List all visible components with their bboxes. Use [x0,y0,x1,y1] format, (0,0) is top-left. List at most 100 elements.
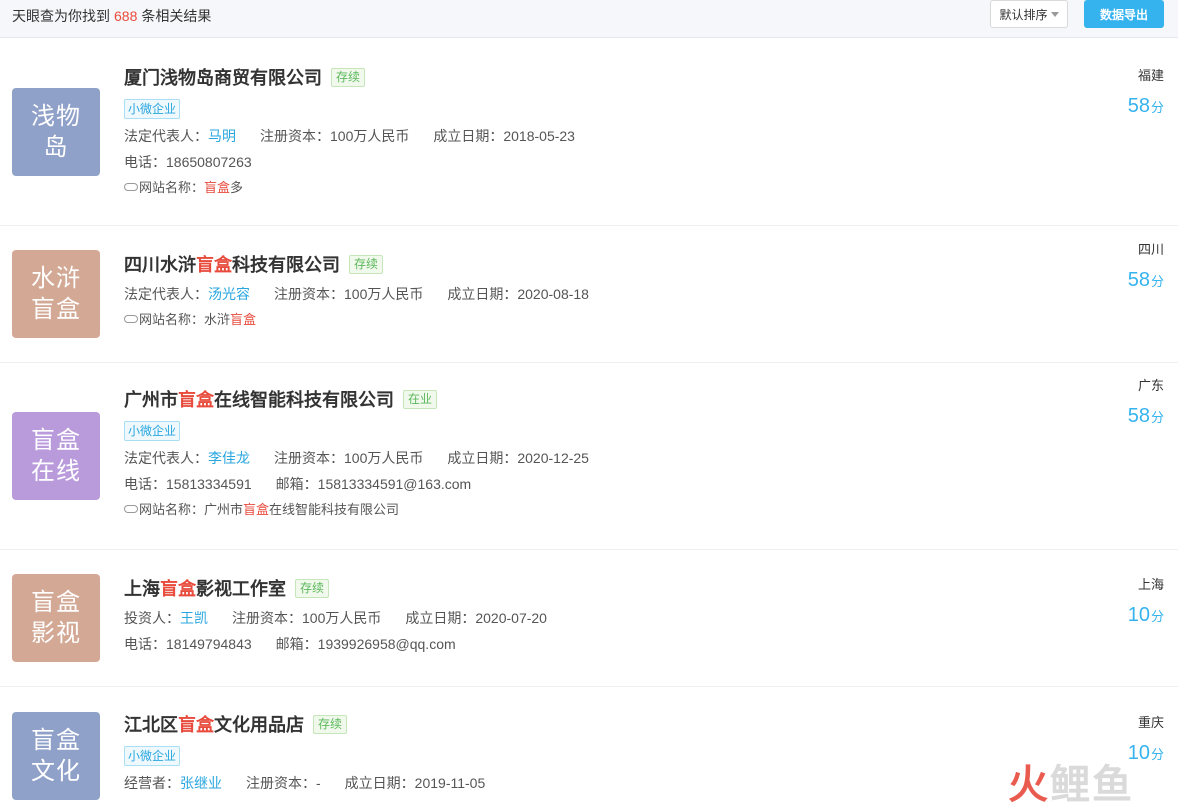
score-number: 58 [1127,405,1150,427]
tag-row: 小微企业 [124,736,509,766]
website-highlight: 盲盒 [230,312,257,327]
company-logo[interactable]: 盲盒 在线 [12,412,100,500]
registered-capital: 注册资本：100万人民币 [232,610,382,626]
company-logo[interactable]: 浅物岛 [12,88,100,176]
name-highlight: 盲盒 [178,390,214,410]
founded-date: 成立日期：2020-08-18 [447,286,589,302]
rep-name-link[interactable]: 张继业 [180,775,222,791]
name-part-after: 在线智能科技有限公司 [214,390,394,410]
website-part-after: 在线智能科技有限公司 [269,502,400,517]
info-line: 投资人：王凯 注册资本：100万人民币 成立日期：2020-07-20 [124,605,571,631]
legal-representative: 投资人：王凯 [124,610,208,626]
enterprise-tag: 小微企业 [124,746,181,766]
enterprise-tag: 小微企业 [124,421,181,441]
status-badge: 在业 [403,389,438,409]
website-highlight: 盲盒 [204,180,231,195]
founded-date: 成立日期：2020-12-25 [447,450,589,466]
company-logo[interactable]: 盲盒 影视 [12,574,100,662]
watermark-logo: 火鲤鱼 [1008,752,1134,805]
province-label: 四川 [1137,242,1164,257]
company-logo[interactable]: 盲盒 文化 [12,712,100,800]
tag-row: 小微企业 [124,89,599,119]
company-name-link[interactable]: 四川水浒盲盒科技有限公司 [124,251,340,277]
rep-label: 法定代表人： [124,128,208,144]
company-details: 厦门浅物岛商贸有限公司 存续 小微企业法定代表人：马明 注册资本：100万人民币 成立日… [124,65,599,201]
result-card[interactable]: 浅物岛 厦门浅物岛商贸有限公司 存续 小微企业法定代表人：马明 注册资本：100万人民币… [0,39,1178,226]
export-data-button[interactable]: 数据导出 [1084,0,1164,28]
rep-label: 法定代表人： [124,286,208,302]
name-part-before: 厦门浅物岛商贸有限公司 [124,68,322,88]
website-line: 网站名称：盲盒多 [124,175,599,201]
company-name-link[interactable]: 广州市盲盒在线智能科技有限公司 [124,386,394,412]
phone-number: 电话：15813334591 [124,476,252,492]
info-line: 经营者：张继业 注册资本：- 成立日期：2019-11-05 [124,770,509,796]
info-line: 法定代表人：李佳龙 注册资本：100万人民币 成立日期：2020-12-25 [124,445,613,471]
score-value: 58分 [1128,405,1164,428]
result-count: 688 [114,8,138,24]
company-logo-text: 盲盒 在线 [31,427,81,485]
name-highlight: 盲盒 [160,579,196,599]
link-icon [124,315,138,324]
name-part-before: 江北区 [124,715,178,735]
summary-suffix: 条相关结果 [141,8,212,24]
legal-representative: 经营者：张继业 [124,775,222,791]
company-details: 上海盲盒影视工作室 存续投资人：王凯 注册资本：100万人民币 成立日期：2020-0… [124,576,571,657]
name-part-after: 科技有限公司 [232,255,340,275]
summary-prefix: 天眼查为你找到 [12,8,110,24]
company-details: 四川水浒盲盒科技有限公司 存续 法定代表人：汤光容 注册资本：100万人民币 成立日期：… [124,252,613,333]
result-card[interactable]: 盲盒 影视 上海盲盒影视工作室 存续投资人：王凯 注册资本：100万人民币 成立日期：2… [0,550,1178,687]
results-list: 浅物岛 厦门浅物岛商贸有限公司 存续 小微企业 法定代表人：马明 注册资本：100万人民币… [0,39,1178,805]
result-summary: 天眼查为你找到 688 条相关结果 [12,6,211,26]
rep-name-link[interactable]: 王凯 [180,610,208,626]
rep-label: 经营者： [124,775,180,791]
company-name-row: 四川水浒盲盒科技有限公司 存续 [124,252,613,276]
rep-label: 投资人： [124,610,180,626]
contact-line: 电话：18149794843 邮箱：1939926958@qq.com [124,631,571,657]
website-part-before: 广州市 [204,502,244,517]
score-unit: 分 [1150,747,1164,762]
info-line: 法定代表人：汤光容 注册资本：100万人民币 成立日期：2020-08-18 [124,281,613,307]
result-card[interactable]: 盲盒 文化 江北区盲盒文化用品店 存续 小微企业 经营者：张继业 注册资本：- 成立日期：2… [0,687,1178,805]
result-card[interactable]: 盲盒 在线 广州市盲盒在线智能科技有限公司 在业 小微企业 法定代表人：李佳龙 注册资本：… [0,363,1178,550]
founded-date: 成立日期：2018-05-23 [433,128,575,144]
company-name-row: 上海盲盒影视工作室 存续 [124,576,571,600]
founded-date: 成立日期：2019-11-05 [344,775,486,791]
rep-name-link[interactable]: 汤光容 [208,286,250,302]
result-card[interactable]: 水浒 盲盒 四川水浒盲盒科技有限公司 存续 法定代表人：汤光容 注册资本：100万人民币… [0,226,1178,363]
score-unit: 分 [1150,609,1164,624]
website-line: 网站名称：水浒盲盒 [124,307,613,333]
score-value: 10分 [1128,604,1164,627]
score-number: 10 [1127,604,1150,626]
sort-dropdown[interactable]: 默认排序 [990,0,1068,28]
status-badge: 存续 [349,254,384,274]
name-highlight: 盲盒 [196,255,232,275]
registered-capital: 注册资本：100万人民币 [260,128,410,144]
province-label: 重庆 [1137,715,1164,730]
website-part-before: 水浒 [204,312,231,327]
status-badge: 存续 [331,67,366,87]
score-value: 58分 [1128,269,1164,292]
rep-name-link[interactable]: 李佳龙 [208,450,250,466]
founded-date: 成立日期：2020-07-20 [405,610,547,626]
link-icon [124,183,138,192]
website-highlight: 盲盒 [243,502,270,517]
company-name-link[interactable]: 江北区盲盒文化用品店 [124,711,304,737]
legal-representative: 法定代表人：李佳龙 [124,450,250,466]
company-details: 江北区盲盒文化用品店 存续 小微企业 经营者：张继业 注册资本：- 成立日期：2019-1… [124,712,509,796]
company-name-link[interactable]: 上海盲盒影视工作室 [124,575,286,601]
rep-name-link[interactable]: 马明 [208,128,236,144]
website-label: 网站名称： [139,502,205,517]
legal-representative: 法定代表人：汤光容 [124,286,250,302]
link-icon [124,505,138,514]
website-part-after: 多 [230,180,244,195]
rep-label: 法定代表人： [124,450,208,466]
province-label: 广东 [1137,378,1164,393]
contact-line: 电话：18650807263 [124,149,599,175]
company-name-row: 广州市盲盒在线智能科技有限公司 在业 [124,387,613,411]
name-highlight: 盲盒 [178,715,214,735]
registered-capital: 注册资本：100万人民币 [274,450,424,466]
company-logo[interactable]: 水浒 盲盒 [12,250,100,338]
company-name-link[interactable]: 厦门浅物岛商贸有限公司 [124,64,322,90]
info-line: 法定代表人：马明 注册资本：100万人民币 成立日期：2018-05-23 [124,123,599,149]
phone-number: 电话：18650807263 [124,154,252,170]
